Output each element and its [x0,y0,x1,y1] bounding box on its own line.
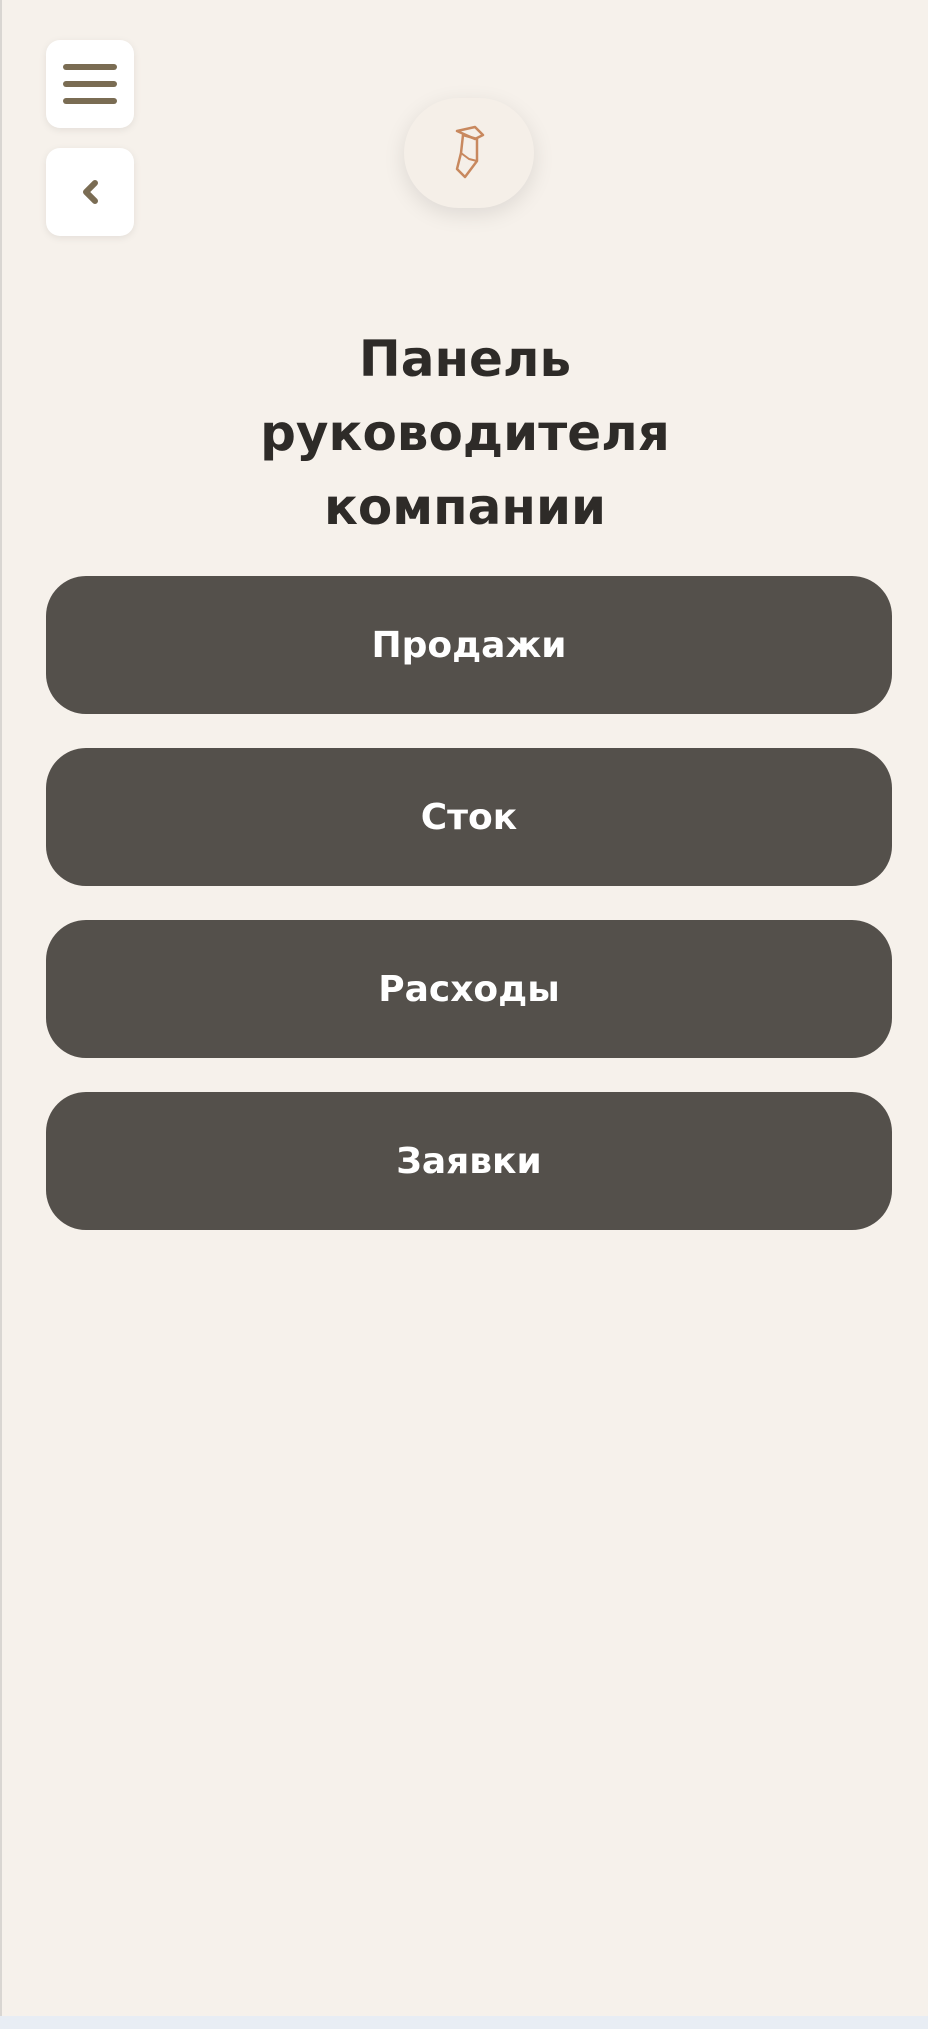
menu-button[interactable] [46,40,134,128]
chevron-left-icon [83,180,98,204]
page: Панель руководителя компании Продажи Сто… [0,0,928,2016]
dashboard-menu: Продажи Сток Расходы Заявки [46,576,892,1264]
back-button[interactable] [46,148,134,236]
brand-logo-icon [455,125,485,179]
page-title: Панель руководителя компании [260,330,670,536]
expenses-button[interactable]: Расходы [46,920,892,1058]
hamburger-menu-icon [63,64,117,104]
stock-button[interactable]: Сток [46,748,892,886]
logo [404,98,534,208]
requests-button[interactable]: Заявки [46,1092,892,1230]
sales-button[interactable]: Продажи [46,576,892,714]
